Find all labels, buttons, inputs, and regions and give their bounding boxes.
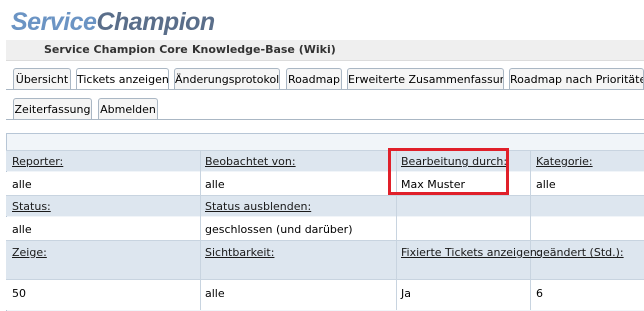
tab-roadmap-nach-prioritaeten[interactable]: Roadmap nach Prioritäten: [509, 68, 644, 90]
service-champion-logo: ServiceChampion: [11, 6, 215, 38]
tab-row-1-baseline: [6, 89, 644, 90]
reporter-value: alle: [12, 178, 32, 191]
status-ausblenden-label[interactable]: Status ausblenden:: [205, 200, 311, 213]
grid-line: [6, 195, 644, 196]
highlight-box: [388, 148, 509, 195]
status-value: alle: [12, 223, 32, 236]
beobachtet-von-label[interactable]: Beobachtet von:: [205, 155, 296, 168]
geaendert-stunden-value: 6: [536, 287, 543, 300]
logo-text-champion: Champion: [96, 8, 215, 36]
project-subtitle[interactable]: Knowledge-Base (Wiki): [192, 43, 336, 56]
fixierte-tickets-value: Ja: [401, 287, 411, 300]
tab-uebersicht[interactable]: Übersicht: [13, 68, 71, 90]
zeige-label[interactable]: Zeige:: [12, 246, 47, 259]
grid-line: [6, 240, 644, 241]
tab-tickets-anzeigen[interactable]: Tickets anzeigen: [76, 68, 169, 90]
status-ausblenden-value: geschlossen (und darüber): [205, 223, 353, 236]
kategorie-label[interactable]: Kategorie:: [536, 155, 593, 168]
tab-abmelden[interactable]: Abmelden: [98, 98, 158, 120]
kategorie-value: alle: [536, 178, 556, 191]
logo-text-service: Service: [11, 8, 97, 36]
tab-erweiterte-zusammenfassung[interactable]: Erweiterte Zusammenfassung: [347, 68, 504, 90]
fixierte-tickets-label[interactable]: Fixierte Tickets anzeigen:: [401, 246, 541, 259]
zeige-value: 50: [12, 287, 26, 300]
sichtbarkeit-label[interactable]: Sichtbarkeit:: [205, 246, 274, 259]
filter-value-row-3: [6, 280, 644, 310]
status-label[interactable]: Status:: [12, 200, 51, 213]
sichtbarkeit-value: alle: [205, 287, 225, 300]
geaendert-stunden-label[interactable]: geändert (Std.):: [536, 246, 624, 259]
column-divider: [530, 150, 531, 310]
project-name[interactable]: Service Champion Core: [44, 43, 188, 56]
filter-label-row-2: [6, 196, 644, 216]
project-bar: Service Champion Core Knowledge-Base (Wi…: [6, 40, 644, 61]
tab-row-2-baseline: [6, 119, 644, 120]
column-divider: [200, 150, 201, 310]
tab-roadmap[interactable]: Roadmap: [286, 68, 342, 90]
grid-line: [6, 279, 644, 280]
tab-zeiterfassung[interactable]: Zeiterfassung: [13, 98, 92, 120]
grid-line: [6, 150, 644, 151]
reporter-label[interactable]: Reporter:: [12, 155, 63, 168]
beobachtet-von-value: alle: [205, 178, 225, 191]
tab-aenderungsprotokoll[interactable]: Änderungsprotokoll: [174, 68, 280, 90]
